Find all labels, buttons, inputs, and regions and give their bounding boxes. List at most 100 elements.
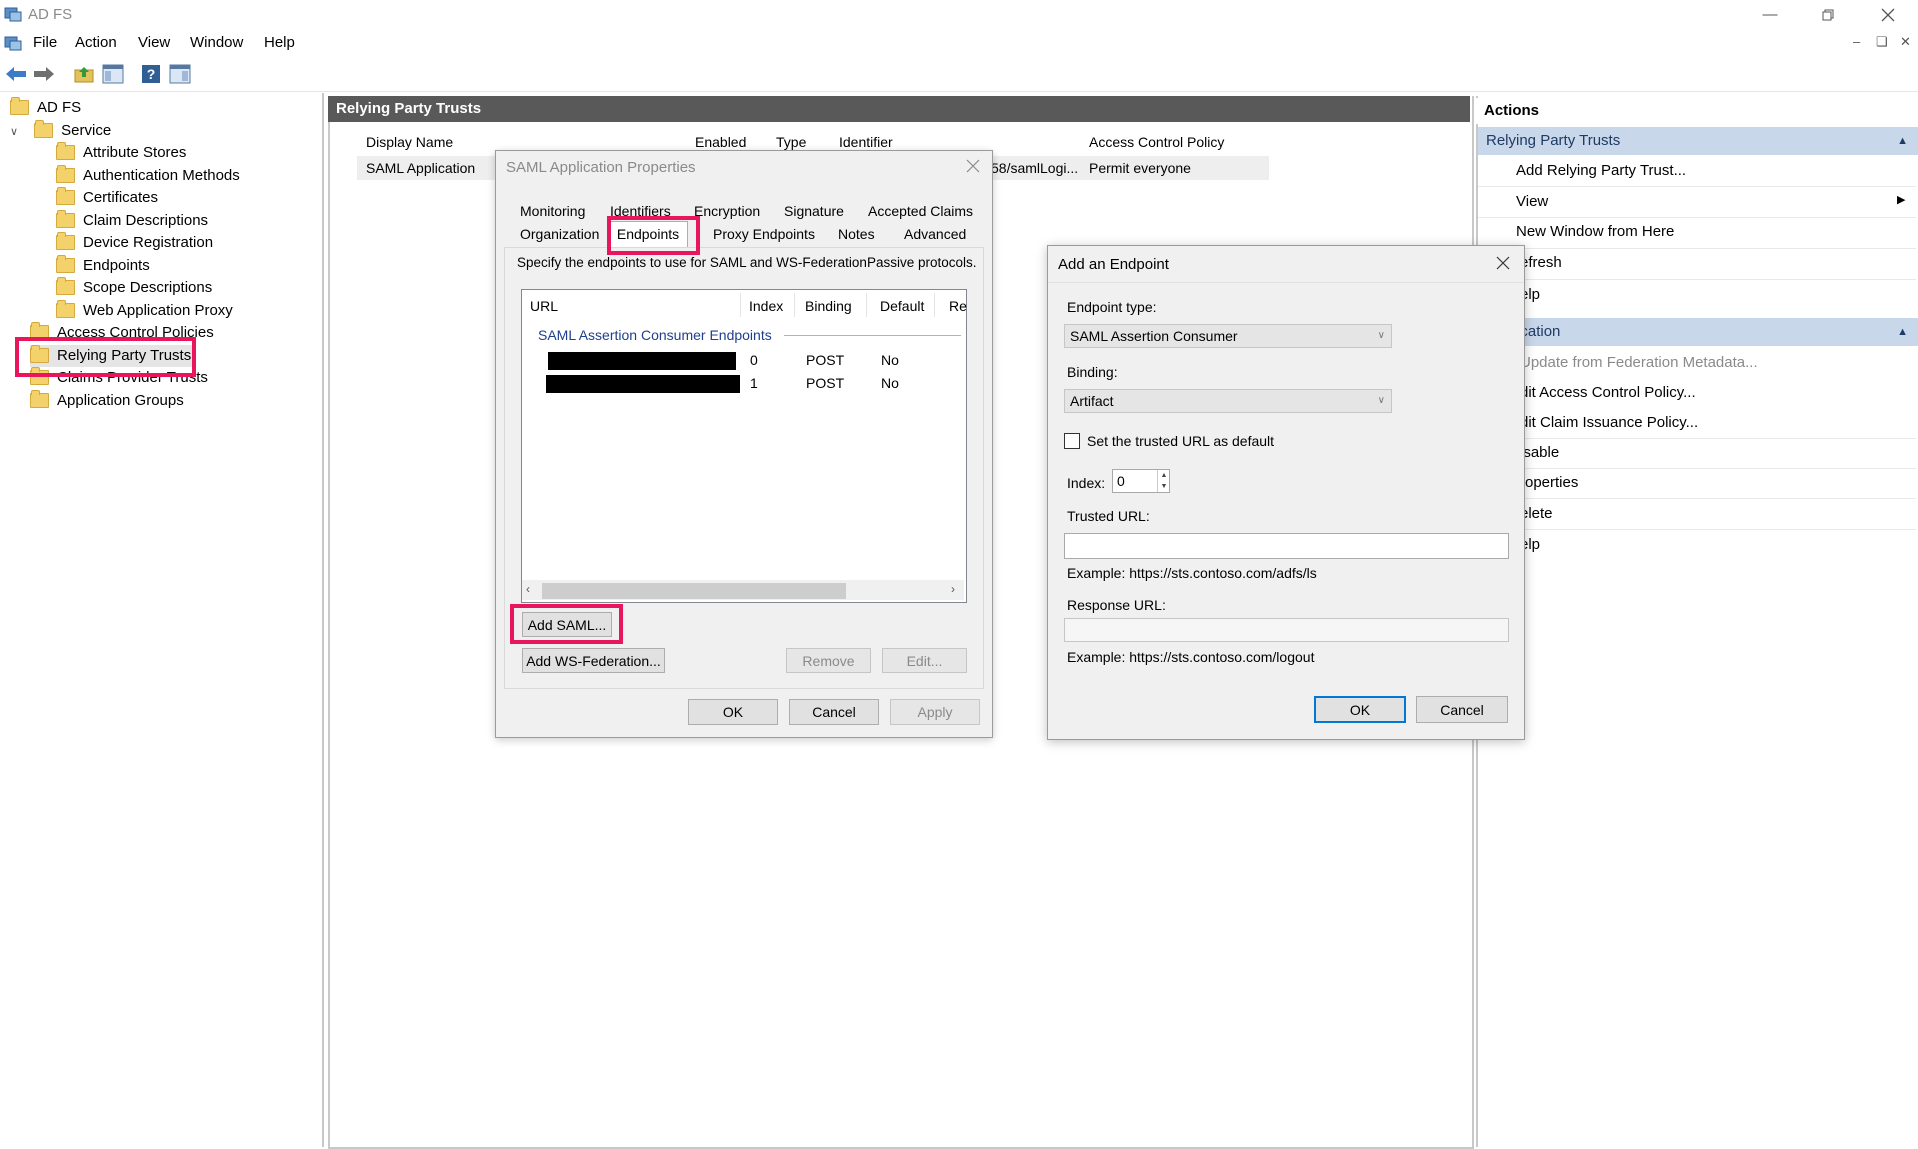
tree-item-adfs[interactable]: AD FS [10, 96, 81, 119]
action-update-from-federation-metadata[interactable]: Update from Federation Metadata... [1520, 354, 1758, 371]
tree-item-device-registration[interactable]: Device Registration [56, 231, 213, 254]
group-saml-assertion-consumer-endpoints: SAML Assertion Consumer Endpoints [538, 327, 772, 343]
action-view[interactable]: View [1516, 193, 1548, 210]
column-identifier[interactable]: Identifier [839, 134, 893, 150]
response-url-example: Example: https://sts.contoso.com/logout [1067, 649, 1315, 665]
action-edit-access-control-policy[interactable]: dit Access Control Policy... [1520, 384, 1696, 401]
tab-accepted-claims[interactable]: Accepted Claims [868, 203, 973, 219]
action-refresh[interactable]: efresh [1520, 254, 1562, 271]
binding-select[interactable]: Artifact ∨ [1064, 389, 1392, 413]
tree-item-endpoints[interactable]: Endpoints [56, 254, 150, 277]
forward-button[interactable] [32, 62, 56, 86]
list-column-default[interactable]: Default [880, 298, 924, 314]
list-column-index[interactable]: Index [749, 298, 783, 314]
column-type[interactable]: Type [776, 134, 806, 150]
response-url-input[interactable] [1064, 618, 1509, 642]
cancel-button[interactable]: Cancel [1416, 696, 1508, 723]
default-url-checkbox[interactable] [1064, 433, 1080, 449]
actions-section-application[interactable]: Application ▲ [1478, 318, 1918, 346]
divider [1478, 468, 1916, 469]
mdi-close-button[interactable]: ✕ [1900, 34, 1911, 50]
action-disable[interactable]: isable [1520, 444, 1559, 461]
tree-item-scope-descriptions[interactable]: Scope Descriptions [56, 276, 212, 299]
minimize-button[interactable]: — [1742, 0, 1798, 30]
action-properties[interactable]: roperties [1520, 474, 1578, 491]
folder-icon [56, 141, 75, 160]
tab-monitoring[interactable]: Monitoring [520, 203, 585, 219]
action-edit-claim-issuance-policy[interactable]: dit Claim Issuance Policy... [1520, 414, 1698, 431]
tab-advanced[interactable]: Advanced [904, 226, 966, 242]
adfs-app-icon [4, 7, 22, 22]
mdi-restore-button[interactable]: ❏ [1876, 34, 1888, 50]
scroll-left-icon[interactable]: ‹ [526, 582, 530, 596]
scroll-right-icon[interactable]: › [951, 582, 955, 596]
menu-window[interactable]: Window [190, 34, 243, 51]
trusted-url-example: Example: https://sts.contoso.com/adfs/ls [1067, 565, 1317, 581]
endpoint-index: 0 [750, 352, 758, 368]
action-add-relying-party-trust[interactable]: Add Relying Party Trust... [1516, 162, 1686, 179]
tab-encryption[interactable]: Encryption [694, 203, 760, 219]
column-display-name[interactable]: Display Name [366, 134, 453, 150]
endpoint-type-select[interactable]: SAML Assertion Consumer ∨ [1064, 324, 1392, 348]
mdi-minimize-button[interactable]: – [1853, 34, 1860, 49]
spin-down-icon[interactable]: ▼ [1158, 481, 1170, 492]
scrollbar-thumb[interactable] [542, 583, 846, 599]
mmc-system-menu-icon[interactable] [4, 34, 22, 52]
ok-button[interactable]: OK [1314, 696, 1406, 723]
back-arrow-icon [6, 67, 26, 81]
column-enabled[interactable]: Enabled [695, 134, 746, 150]
show-hide-console-tree-button[interactable] [101, 62, 125, 86]
cancel-button[interactable]: Cancel [789, 699, 879, 725]
menu-view[interactable]: View [138, 34, 170, 51]
tab-organization[interactable]: Organization [520, 226, 599, 242]
close-icon [966, 159, 980, 173]
actions-section-relying-party-trusts[interactable]: Relying Party Trusts ▲ [1478, 127, 1918, 155]
column-access-control-policy[interactable]: Access Control Policy [1089, 134, 1224, 150]
tab-signature[interactable]: Signature [784, 203, 844, 219]
help-button[interactable]: ? [139, 62, 163, 86]
dialog-close-button[interactable] [966, 159, 980, 177]
tree-item-certificates[interactable]: Certificates [56, 186, 158, 209]
list-column-response[interactable]: Re [949, 298, 967, 314]
console-tree-icon [102, 64, 124, 84]
trusted-url-input[interactable] [1064, 533, 1509, 559]
list-column-url[interactable]: URL [530, 298, 558, 314]
edit-button[interactable]: Edit... [882, 648, 967, 673]
back-button[interactable] [4, 62, 28, 86]
close-icon [1496, 256, 1510, 270]
default-url-checkbox-label: Set the trusted URL as default [1087, 433, 1275, 449]
dialog-close-button[interactable] [1496, 256, 1510, 274]
tab-notes[interactable]: Notes [838, 226, 875, 242]
dialog-title: Add an Endpoint [1058, 256, 1169, 273]
index-spinner[interactable]: 0 ▲ ▼ [1112, 469, 1170, 493]
tree-item-attribute-stores[interactable]: Attribute Stores [56, 141, 186, 164]
apply-button[interactable]: Apply [890, 699, 980, 725]
tab-proxy-endpoints[interactable]: Proxy Endpoints [713, 226, 815, 242]
redacted-url [548, 352, 736, 370]
add-ws-federation-button[interactable]: Add WS-Federation... [522, 648, 665, 673]
tree-item-application-groups[interactable]: Application Groups [30, 389, 184, 412]
collapse-up-icon[interactable]: ▲ [1897, 127, 1908, 155]
menu-action[interactable]: Action [75, 34, 117, 51]
menu-help[interactable]: Help [264, 34, 295, 51]
chevron-down-icon[interactable]: ∨ [10, 121, 24, 143]
tree-item-authentication-methods[interactable]: Authentication Methods [56, 164, 240, 187]
add-endpoint-dialog: Add an Endpoint Endpoint type: SAML Asse… [1047, 245, 1525, 740]
index-stepper[interactable]: ▲ ▼ [1157, 470, 1170, 492]
show-hide-action-pane-button[interactable] [168, 62, 192, 86]
list-column-binding[interactable]: Binding [805, 298, 852, 314]
spin-up-icon[interactable]: ▲ [1158, 470, 1170, 481]
menu-file[interactable]: File [33, 34, 57, 51]
tree-item-web-application-proxy[interactable]: Web Application Proxy [56, 299, 233, 322]
endpoint-type-label: Endpoint type: [1067, 299, 1157, 315]
up-one-level-button[interactable] [72, 62, 96, 86]
collapse-up-icon[interactable]: ▲ [1897, 318, 1908, 346]
tree-item-claim-descriptions[interactable]: Claim Descriptions [56, 209, 208, 232]
action-new-window-from-here[interactable]: New Window from Here [1516, 223, 1674, 240]
close-window-button[interactable] [1860, 0, 1916, 30]
tree-item-service[interactable]: ∨ Service [10, 119, 111, 143]
title-bar: AD FS — [0, 0, 1918, 30]
ok-button[interactable]: OK [688, 699, 778, 725]
restore-button[interactable] [1800, 0, 1856, 30]
remove-button[interactable]: Remove [786, 648, 871, 673]
